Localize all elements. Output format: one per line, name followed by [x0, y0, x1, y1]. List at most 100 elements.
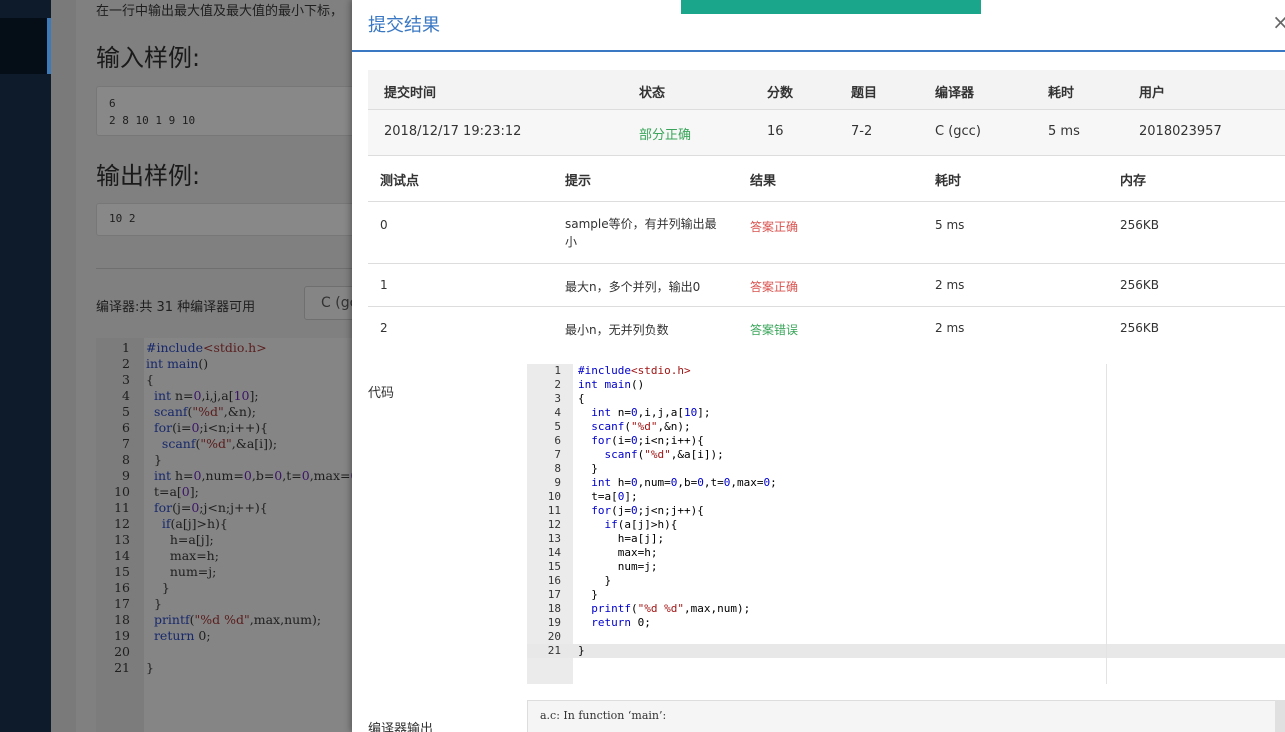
nav-active-item[interactable]	[0, 18, 51, 74]
line-number: 14	[547, 546, 561, 559]
input-sample-heading: 输入样例:	[96, 44, 201, 72]
tp-result: 答案正确	[750, 280, 799, 294]
problem-id[interactable]: 7-2	[851, 124, 872, 139]
line-code: }	[578, 574, 612, 587]
line-number: 7	[122, 436, 130, 451]
code-line: 18 printf("%d %d",max,num);	[527, 602, 750, 616]
compiler-select[interactable]: C (gc	[304, 286, 352, 320]
line-code: scanf("%d",&a[i]);	[161, 436, 278, 451]
line-code: int main()	[146, 356, 209, 371]
code-line: 20	[96, 644, 130, 660]
code-line: 8 }	[96, 452, 162, 468]
close-icon[interactable]: ×	[1272, 10, 1285, 34]
line-code: printf("%d %d",max,num);	[591, 602, 751, 615]
line-code: }	[578, 644, 585, 657]
line-number: 16	[547, 574, 561, 587]
code-line: 2 int main()	[96, 356, 208, 372]
line-code: t=a[0];	[146, 484, 199, 499]
problem-description: 在一行中输出最大值及最大值的最小下标，	[96, 4, 344, 19]
score-value: 16	[767, 124, 784, 139]
compiler-value: C (gcc)	[935, 124, 981, 139]
code-line: 13 h=a[j];	[527, 532, 664, 546]
line-code: {	[578, 392, 585, 405]
code-line: 3{	[527, 392, 584, 406]
line-code: {	[146, 372, 154, 387]
print-margin	[1106, 364, 1107, 684]
divider	[96, 268, 352, 269]
line-code: for(i=0;i<n;i++){	[591, 434, 704, 447]
tp-id: 2	[380, 321, 388, 335]
code-line: 14 max=h;	[96, 548, 219, 564]
tp-hint: 最小n，无并列负数	[565, 323, 669, 337]
line-code: num=j;	[578, 560, 658, 573]
line-number: 18	[547, 602, 561, 615]
code-line: 5 scanf("%d",&n);	[527, 420, 690, 434]
code-line: 21}	[527, 644, 585, 658]
code-line: 9 int h=0,num=0,b=0,t=0,max=0	[96, 468, 352, 484]
tp-result: 答案正确	[750, 220, 799, 234]
code-line: 17 }	[96, 596, 162, 612]
tp-memory: 256KB	[1120, 218, 1160, 232]
code-label: 代码	[368, 386, 395, 401]
code-line: 19 return 0;	[527, 616, 651, 630]
code-line: 4 int n=0,i,j,a[10];	[96, 388, 259, 404]
line-code: h=a[j];	[146, 532, 214, 547]
code-line: 13 h=a[j];	[96, 532, 214, 548]
summary-header-time: 提交时间	[384, 86, 437, 101]
user-id[interactable]: 2018023957	[1139, 124, 1222, 139]
line-number: 3	[554, 392, 561, 405]
problem-page-background: 在一行中输出最大值及最大值的最小下标， 输入样例: 6 2 8 10 1 9 1…	[51, 0, 352, 732]
left-nav-rail	[0, 0, 51, 732]
line-code: if(a[j]>h){	[161, 516, 228, 531]
line-number: 2	[122, 356, 130, 371]
code-line: 2 int main()	[527, 378, 644, 392]
scrollbar[interactable]	[1275, 700, 1285, 732]
line-number: 19	[547, 616, 561, 629]
compiler-output-box[interactable]: a.c: In function ‘main’:	[527, 700, 1285, 732]
code-line: 10 t=a[0];	[527, 490, 638, 504]
line-number: 5	[554, 420, 561, 433]
line-number: 15	[114, 564, 130, 579]
code-line: 12 if(a[j]>h){	[96, 516, 228, 532]
compiler-count-label: 编译器:共 31 种编译器可用	[96, 300, 256, 315]
line-code: #include<stdio.h>	[146, 340, 267, 355]
tp-memory: 256KB	[1120, 321, 1160, 335]
code-line: 6 for(i=0;i<n;i++){	[96, 420, 268, 436]
code-line: 5 scanf("%d",&n);	[96, 404, 256, 420]
code-line: 1 #include<stdio.h>	[96, 340, 267, 356]
summary-row: 2018/12/17 19:23:12 部分正确 16 7-2 C (gcc) …	[368, 110, 1285, 156]
code-viewer[interactable]: 1 #include<stdio.h> 2 int main() 3{4 int n=0…	[527, 364, 1285, 684]
line-code: for(j=0;j<n;j++){	[591, 504, 704, 517]
code-editor-background[interactable]: 1 #include<stdio.h> 2 int main() 3 {4 int n=0…	[96, 338, 352, 732]
code-line: 12 if(a[j]>h){	[527, 518, 678, 532]
line-code: max=h;	[146, 548, 219, 563]
summary-header-row: 提交时间 状态 分数 题目 编译器 耗时 用户	[368, 70, 1285, 110]
summary-header-duration: 耗时	[1048, 86, 1075, 101]
line-code: int n=0,i,j,a[10];	[591, 406, 711, 419]
summary-table: 提交时间 状态 分数 题目 编译器 耗时 用户 2018/12/17 19:23…	[368, 70, 1285, 156]
summary-header-user: 用户	[1139, 86, 1166, 101]
code-line: 14 max=h;	[527, 546, 658, 560]
tp-hint: sample等价，有并列输出最小	[565, 217, 717, 249]
line-number: 21	[114, 660, 130, 675]
line-code: int n=0,i,j,a[10];	[153, 388, 259, 403]
line-number: 11	[547, 504, 561, 517]
line-number: 3	[122, 372, 130, 387]
code-line: 11 for(j=0;j<n;j++){	[527, 504, 704, 518]
code-line: 20	[527, 630, 561, 644]
output-sample-text: 10 2	[109, 212, 136, 225]
code-line: 7 scanf("%d",&a[i]);	[527, 448, 723, 462]
line-code: h=a[j];	[578, 532, 665, 545]
line-number: 20	[114, 644, 130, 659]
output-sample-box: 10 2	[96, 203, 352, 236]
input-sample-line: 6	[109, 97, 116, 110]
line-code: printf("%d %d",max,num);	[153, 612, 322, 627]
active-line-highlight	[527, 644, 1285, 658]
code-line: 17 }	[527, 588, 598, 602]
code-line: 21}	[96, 660, 154, 676]
line-code: #include<stdio.h>	[578, 364, 691, 377]
testpoint-header-row: 测试点 提示 结果 耗时 内存	[368, 156, 1285, 202]
line-code: int h=0,num=0,b=0,t=0,max=0;	[591, 476, 777, 489]
line-number: 17	[547, 588, 561, 601]
code-line: 15 num=j;	[96, 564, 216, 580]
